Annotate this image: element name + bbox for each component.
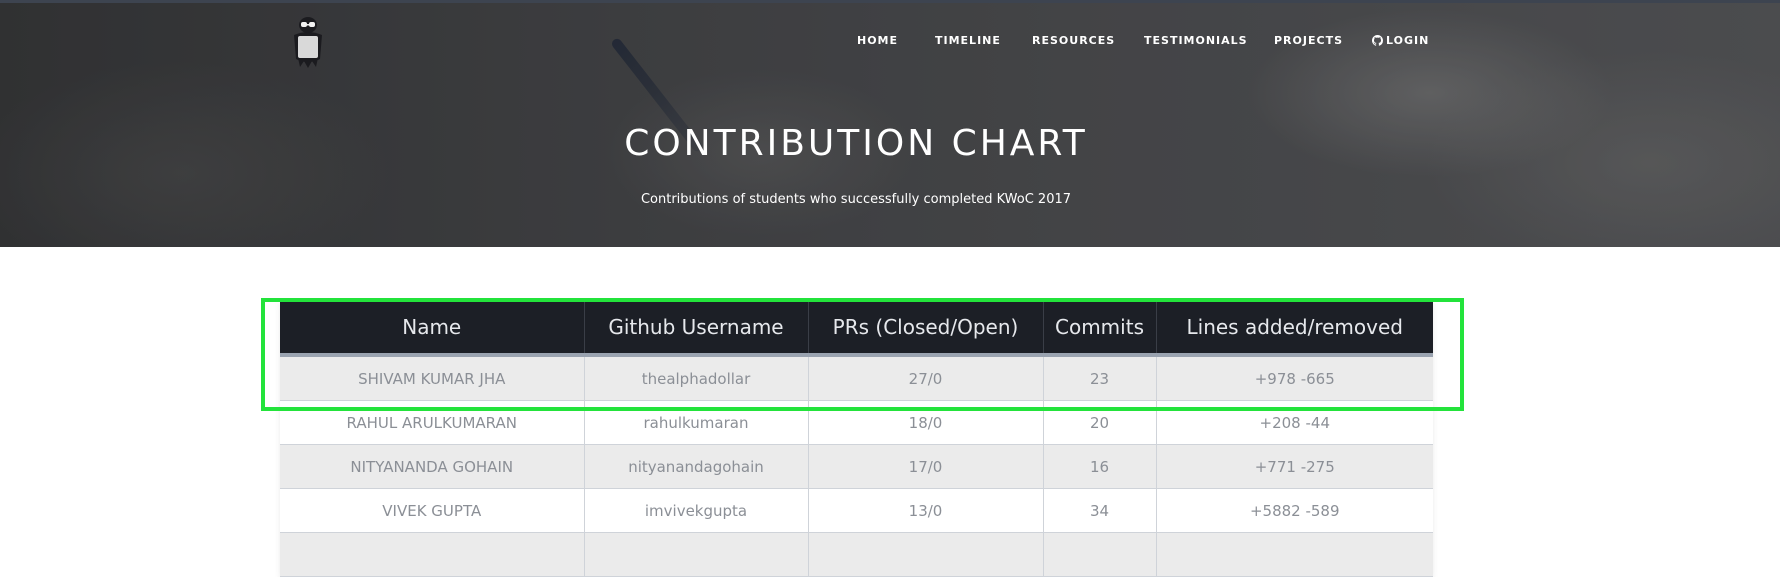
cell-lines: +978 -665 [1155, 355, 1433, 401]
nav-login[interactable]: LOGIN [1372, 34, 1429, 47]
cell-prs: 18/0 [807, 400, 1043, 445]
column-header-github-username[interactable]: Github Username [583, 301, 808, 355]
cell-name: NITYANANDA GOHAIN [280, 444, 584, 489]
page-title: CONTRIBUTION CHART [624, 123, 1088, 164]
cell-prs: 27/0 [807, 355, 1043, 401]
cell-github-username: imvivekgupta [583, 488, 808, 533]
cell-empty [1042, 532, 1156, 577]
nav-timeline[interactable]: TIMELINE [935, 34, 1001, 47]
contribution-table-container: Name Github Username PRs (Closed/Open) C… [280, 301, 1433, 577]
nav-login-label: LOGIN [1386, 34, 1430, 47]
cell-github-username: rahulkumaran [583, 400, 808, 445]
nav-testimonials[interactable]: TESTIMONIALS [1144, 34, 1248, 47]
column-header-prs[interactable]: PRs (Closed/Open) [807, 301, 1043, 355]
cell-github-username: nityanandagohain [583, 444, 808, 489]
cell-name: SHIVAM KUMAR JHA [280, 355, 584, 401]
nav-home[interactable]: HOME [857, 34, 898, 47]
nav-projects[interactable]: PROJECTS [1274, 34, 1343, 47]
kwoc-logo[interactable] [290, 15, 326, 69]
cell-prs: 17/0 [807, 444, 1043, 489]
cell-empty [1155, 532, 1433, 577]
contribution-table: Name Github Username PRs (Closed/Open) C… [280, 301, 1433, 577]
cell-name: RAHUL ARULKUMARAN [280, 400, 584, 445]
column-header-commits[interactable]: Commits [1042, 301, 1156, 355]
table-row: SHIVAM KUMAR JHA thealphadollar 27/0 23 … [280, 355, 1433, 401]
table-row: VIVEK GUPTA imvivekgupta 13/0 34 +5882 -… [280, 488, 1433, 533]
github-icon [1372, 35, 1383, 46]
table-header-row: Name Github Username PRs (Closed/Open) C… [280, 301, 1433, 355]
cell-commits: 23 [1042, 355, 1156, 401]
cell-commits: 16 [1042, 444, 1156, 489]
nav-resources[interactable]: RESOURCES [1032, 34, 1115, 47]
table-row [280, 532, 1433, 577]
cell-empty [807, 532, 1043, 577]
cell-name: VIVEK GUPTA [280, 488, 584, 533]
table-row: RAHUL ARULKUMARAN rahulkumaran 18/0 20 +… [280, 400, 1433, 445]
column-header-lines[interactable]: Lines added/removed [1155, 301, 1433, 355]
cell-lines: +208 -44 [1155, 400, 1433, 445]
column-header-name[interactable]: Name [280, 301, 584, 355]
cell-commits: 34 [1042, 488, 1156, 533]
cell-empty [280, 532, 584, 577]
table-row: NITYANANDA GOHAIN nityanandagohain 17/0 … [280, 444, 1433, 489]
page-subtitle: Contributions of students who successful… [640, 192, 1072, 207]
cell-lines: +5882 -589 [1155, 488, 1433, 533]
cell-lines: +771 -275 [1155, 444, 1433, 489]
cell-commits: 20 [1042, 400, 1156, 445]
cell-github-username: thealphadollar [583, 355, 808, 401]
cell-empty [583, 532, 808, 577]
hero-banner: HOME TIMELINE RESOURCES TESTIMONIALS PRO… [0, 3, 1780, 247]
cell-prs: 13/0 [807, 488, 1043, 533]
